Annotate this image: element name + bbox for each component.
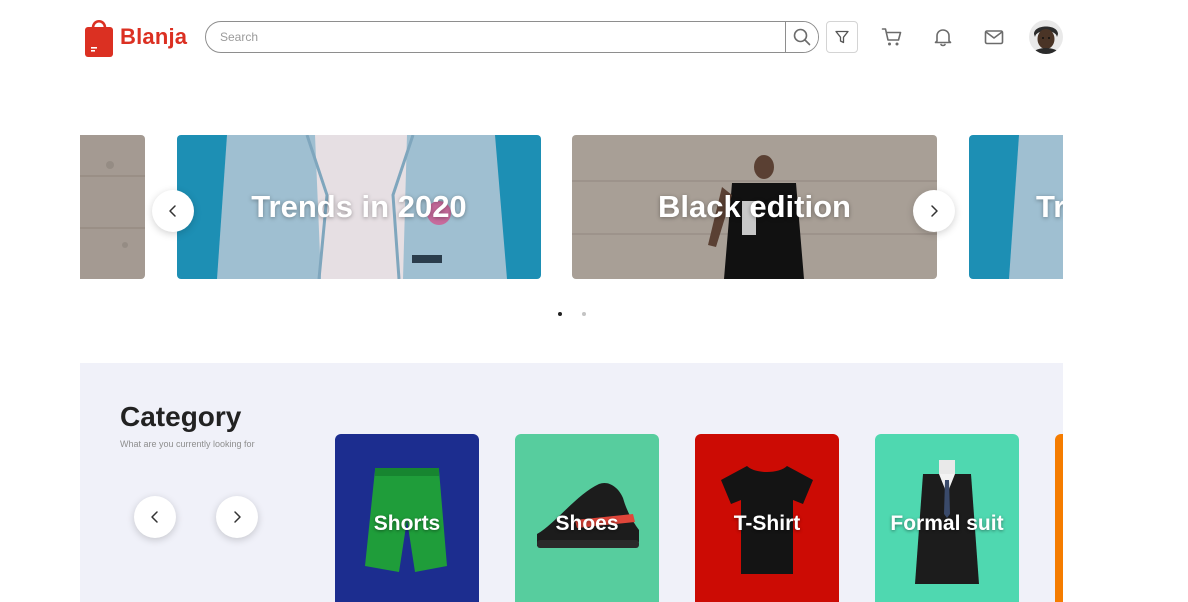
- carousel-dot-active[interactable]: [558, 312, 562, 316]
- slide-image: [80, 135, 145, 279]
- slide-title: Tr: [1036, 189, 1063, 224]
- brand-name: Blanja: [120, 23, 188, 49]
- category-label: T-Shirt: [733, 512, 801, 535]
- category-card-shorts[interactable]: Shorts: [335, 434, 479, 602]
- bell-icon: [934, 29, 952, 47]
- category-section: Category What are you currently looking …: [80, 363, 1063, 602]
- category-next-button[interactable]: [216, 496, 258, 538]
- category-subtitle: What are you currently looking for: [120, 439, 255, 449]
- category-title: Category: [120, 401, 242, 432]
- home-page: Blanja Search Trends in 2020 Black editi…: [0, 0, 1188, 602]
- profile-photo: [1029, 20, 1063, 54]
- search-icon: [793, 28, 811, 46]
- carousel-prev-button[interactable]: [152, 190, 194, 232]
- category-label: Shoes: [555, 512, 619, 535]
- search-bar: [205, 21, 819, 53]
- shopping-bag-logo-icon: [85, 19, 113, 57]
- search-input[interactable]: [206, 22, 785, 52]
- category-card-formal-suit[interactable]: Formal suit: [875, 434, 1019, 602]
- category-card-shoes[interactable]: Shoes: [515, 434, 659, 602]
- carousel-dot[interactable]: [582, 312, 586, 316]
- slide-title: Black edition: [658, 189, 851, 224]
- filter-button[interactable]: [826, 21, 858, 53]
- carousel-slide[interactable]: Black edition: [572, 135, 937, 279]
- category-card-tshirt[interactable]: T-Shirt: [695, 434, 839, 602]
- chevron-left-icon: [151, 511, 158, 523]
- chevron-left-icon: [169, 205, 176, 217]
- cart-icon: [881, 28, 902, 46]
- carousel-next-button[interactable]: [913, 190, 955, 232]
- category-prev-button[interactable]: [134, 496, 176, 538]
- cart-button[interactable]: [880, 25, 904, 49]
- category-label: Formal suit: [890, 512, 1004, 535]
- mail-icon: [984, 30, 1004, 45]
- brand-logo[interactable]: Blanja: [84, 16, 187, 57]
- chevron-right-icon: [234, 511, 241, 523]
- filter-icon: [835, 30, 849, 44]
- mail-button[interactable]: [982, 25, 1006, 49]
- notification-button[interactable]: [931, 25, 955, 49]
- category-label: Shorts: [373, 512, 441, 535]
- slide-title: Trends in 2020: [251, 189, 467, 224]
- carousel-slide[interactable]: Trends in 2020: [177, 135, 541, 279]
- carousel-slide[interactable]: Tr: [969, 135, 1063, 279]
- search-button[interactable]: [785, 22, 818, 52]
- user-avatar[interactable]: [1029, 20, 1063, 54]
- carousel-slide[interactable]: [80, 135, 145, 279]
- category-card-partial[interactable]: [1055, 434, 1063, 602]
- chevron-right-icon: [931, 205, 938, 217]
